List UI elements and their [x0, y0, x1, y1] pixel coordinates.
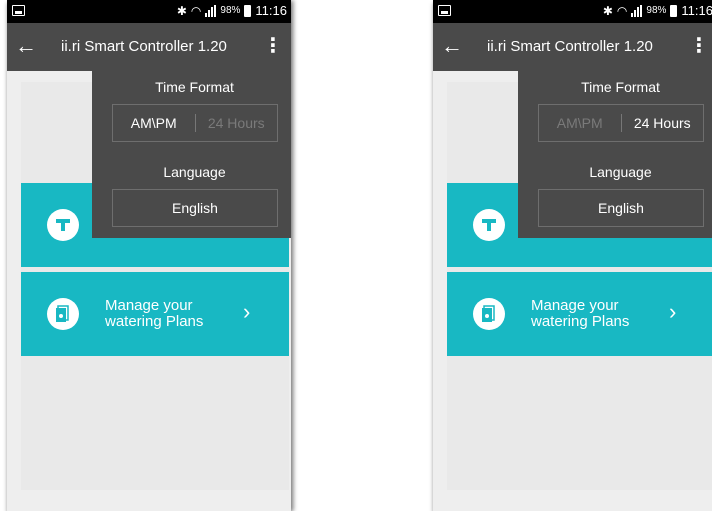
- watering-plan-icon: [47, 298, 79, 330]
- time-format-label: Time Format: [155, 79, 234, 95]
- phone-screen-1: ✱ ◠ 98% 11:16 ← ii.ri Smart Controller 1…: [7, 0, 291, 511]
- language-select[interactable]: English: [538, 189, 704, 227]
- chevron-right-icon: ›: [669, 299, 677, 324]
- option-24-hours[interactable]: 24 Hours: [196, 114, 278, 132]
- phone-screen-2: ✱ ◠ 98% 11:16 ← ii.ri Smart Controller 1…: [433, 0, 712, 511]
- funnel-icon: [473, 209, 505, 241]
- chevron-right-icon: ›: [243, 299, 251, 324]
- battery-percent: 98%: [220, 5, 241, 16]
- app-title: ii.ri Smart Controller 1.20: [61, 38, 227, 55]
- option-ampm[interactable]: AM\PM: [539, 114, 621, 132]
- battery-icon: [670, 5, 678, 17]
- app-bar: ← ii.ri Smart Controller 1.20 ⋮: [433, 23, 712, 71]
- bluetooth-icon: ✱: [176, 4, 187, 18]
- image-notification-icon: [12, 5, 25, 16]
- language-label: Language: [589, 164, 652, 180]
- status-time: 11:16: [255, 3, 287, 18]
- status-time: 11:16: [681, 3, 712, 18]
- overflow-menu-icon[interactable]: ⋮: [689, 35, 709, 57]
- signal-icon: [631, 5, 643, 17]
- row-label: Manage your watering Plans: [105, 297, 204, 330]
- option-24-hours[interactable]: 24 Hours: [622, 114, 704, 132]
- app-title: ii.ri Smart Controller 1.20: [487, 38, 653, 55]
- funnel-icon: [47, 209, 79, 241]
- overflow-menu-icon[interactable]: ⋮: [263, 35, 283, 57]
- image-notification-icon: [438, 5, 451, 16]
- signal-icon: [205, 5, 217, 17]
- time-format-toggle: AM\PM 24 Hours: [538, 104, 704, 142]
- status-bar: ✱ ◠ 98% 11:16: [433, 0, 712, 23]
- battery-percent: 98%: [646, 5, 667, 16]
- time-format-toggle: AM\PM 24 Hours: [112, 104, 278, 142]
- option-ampm[interactable]: AM\PM: [113, 114, 195, 132]
- watering-plan-icon: [473, 298, 505, 330]
- wifi-icon: ◠: [616, 4, 628, 18]
- language-select[interactable]: English: [112, 189, 278, 227]
- battery-icon: [244, 5, 252, 17]
- row-label: Manage your watering Plans: [531, 297, 630, 330]
- back-arrow-icon[interactable]: ←: [15, 34, 37, 58]
- app-bar: ← ii.ri Smart Controller 1.20 ⋮: [7, 23, 291, 71]
- manage-watering-plans-row[interactable]: Manage your watering Plans ›: [21, 272, 289, 356]
- language-label: Language: [163, 164, 226, 180]
- status-bar: ✱ ◠ 98% 11:16: [7, 0, 291, 23]
- manage-watering-plans-row[interactable]: Manage your watering Plans ›: [447, 272, 712, 356]
- time-format-label: Time Format: [581, 79, 660, 95]
- back-arrow-icon[interactable]: ←: [441, 34, 463, 58]
- wifi-icon: ◠: [190, 4, 202, 18]
- settings-dropdown: Time Format AM\PM 24 Hours Language Engl…: [518, 71, 712, 238]
- bluetooth-icon: ✱: [602, 4, 613, 18]
- settings-dropdown: Time Format AM\PM 24 Hours Language Engl…: [92, 71, 291, 238]
